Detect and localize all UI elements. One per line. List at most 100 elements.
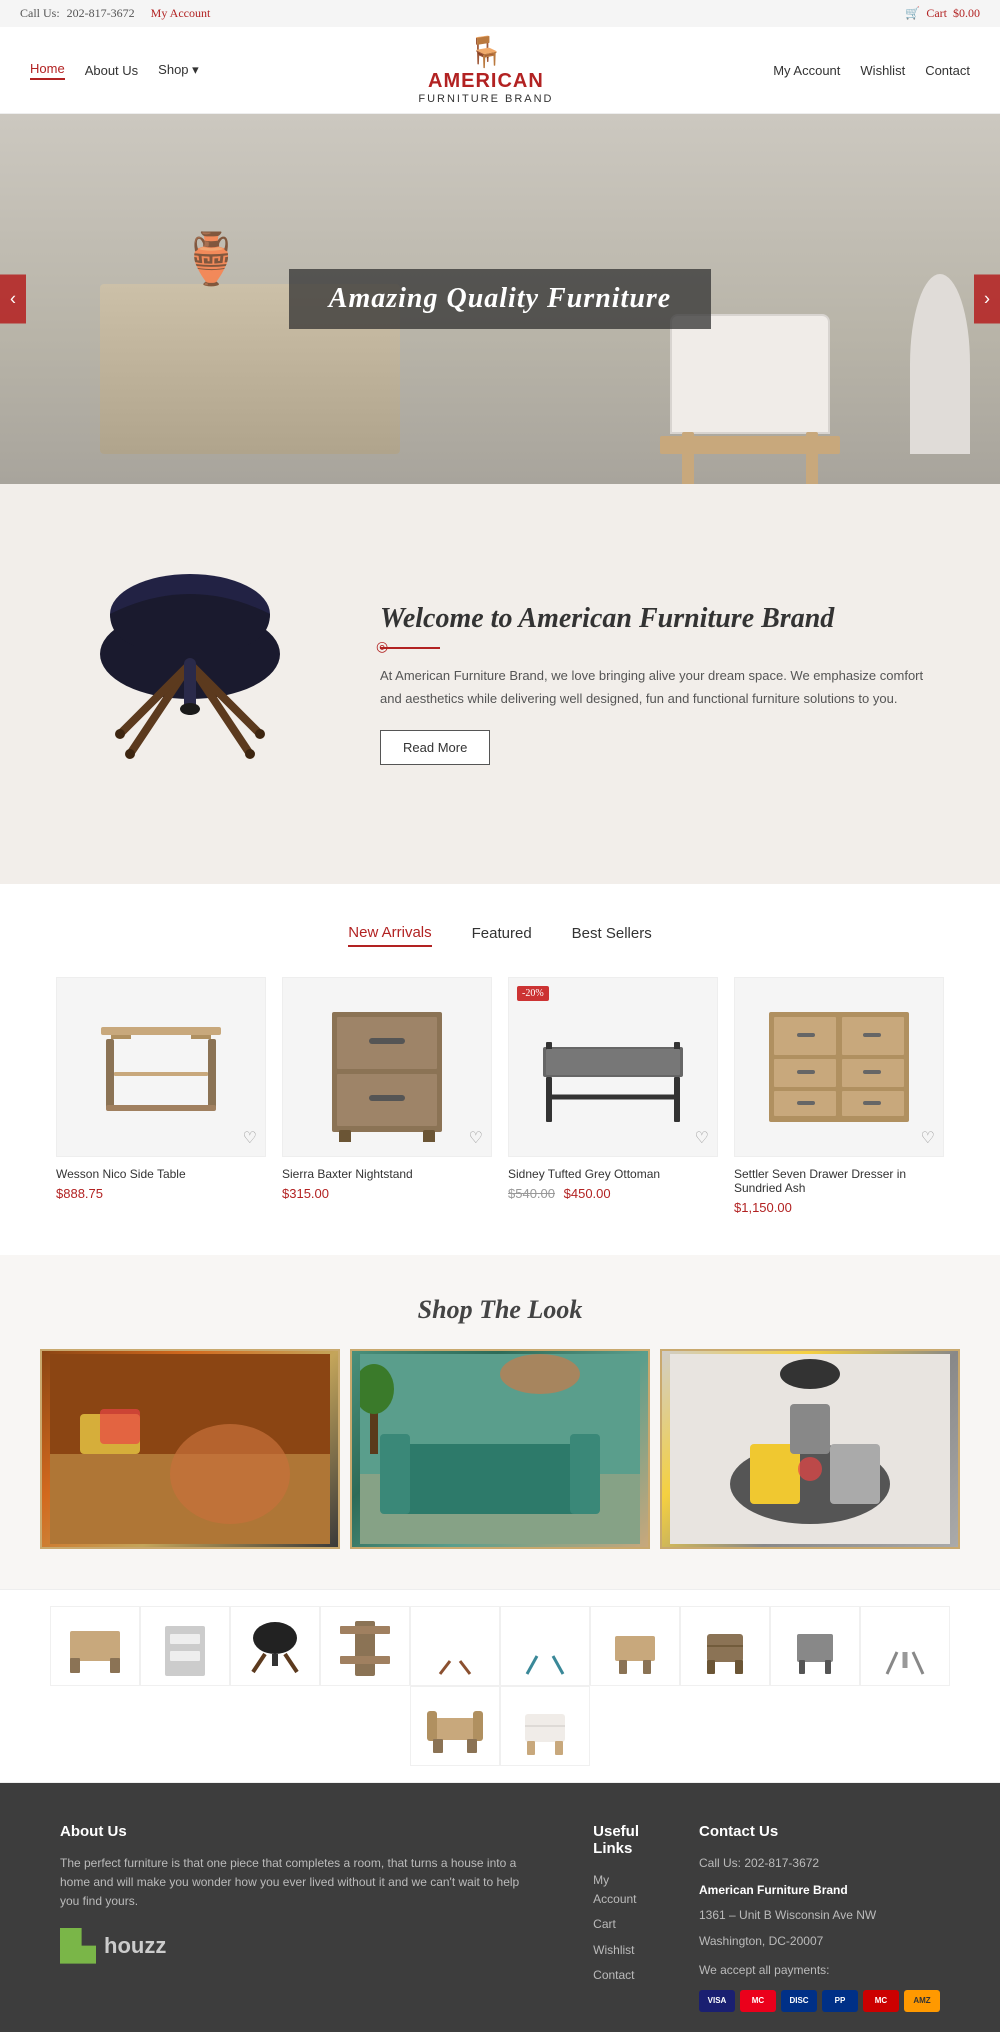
product-price-value-2: $315.00 xyxy=(282,1186,329,1201)
product-old-price-3: $540.00 xyxy=(508,1186,555,1201)
wishlist-icon-4[interactable]: ♡ xyxy=(921,1128,935,1148)
my-account-link[interactable]: My Account xyxy=(151,6,211,20)
ottoman-svg xyxy=(538,1007,688,1127)
nav-wishlist[interactable]: Wishlist xyxy=(860,63,905,78)
side-table-svg xyxy=(91,997,231,1137)
product-img-3: -20% ♡ xyxy=(508,977,718,1157)
thumb-4[interactable] xyxy=(320,1606,410,1686)
thumb-7[interactable] xyxy=(590,1606,680,1686)
footer-about: About Us The perfect furniture is that o… xyxy=(60,1823,533,2012)
nav-contact[interactable]: Contact xyxy=(925,63,970,78)
thumb-8[interactable] xyxy=(680,1606,770,1686)
product-name-2: Sierra Baxter Nightstand xyxy=(282,1167,492,1181)
main-nav: Home About Us Shop ▾ 🪑 AMERICAN FURNITUR… xyxy=(0,27,1000,114)
thumb-9[interactable] xyxy=(770,1606,860,1686)
thumb-10[interactable] xyxy=(860,1606,950,1686)
shop-the-look-section: Shop The Look xyxy=(0,1255,1000,1589)
houzz-text: houzz xyxy=(104,1933,166,1959)
cart-amount: $0.00 xyxy=(953,6,980,21)
product-price-2: $315.00 xyxy=(282,1186,492,1201)
houzz-icon xyxy=(60,1928,96,1964)
footer-link-my-account[interactable]: My Account xyxy=(593,1871,639,1909)
hero-tagline: Amazing Quality Furniture xyxy=(329,283,671,314)
discount-badge-3: -20% xyxy=(517,986,549,1001)
footer-about-body: The perfect furniture is that one piece … xyxy=(60,1854,533,1912)
nav-my-account[interactable]: My Account xyxy=(773,63,840,78)
nav-shop[interactable]: Shop ▾ xyxy=(158,62,199,78)
tab-new-arrivals[interactable]: New Arrivals xyxy=(348,924,431,947)
wishlist-icon-2[interactable]: ♡ xyxy=(469,1128,483,1148)
payment-visa: VISA xyxy=(699,1990,735,2012)
cart-icon: 🛒 xyxy=(905,6,920,21)
payment-disc: DISC xyxy=(781,1990,817,2012)
hero-next-button[interactable]: › xyxy=(974,275,1000,324)
welcome-body: At American Furniture Brand, we love bri… xyxy=(380,665,940,709)
footer-address-1: 1361 – Unit B Wisconsin Ave NW xyxy=(699,1906,940,1925)
houzz-logo: houzz xyxy=(60,1928,533,1964)
look-card-1[interactable] xyxy=(40,1349,340,1549)
welcome-heading: Welcome to American Furniture Brand xyxy=(380,603,940,635)
footer-link-contact[interactable]: Contact xyxy=(593,1966,639,1985)
hero-banner: Amazing Quality Furniture xyxy=(289,269,711,329)
thumb-11[interactable] xyxy=(410,1686,500,1766)
nightstand-svg xyxy=(317,992,457,1142)
payment-paypal: PP xyxy=(822,1990,858,2012)
welcome-divider xyxy=(380,647,440,649)
nav-home[interactable]: Home xyxy=(30,61,65,80)
product-card-4: ♡ Settler Seven Drawer Dresser in Sundri… xyxy=(734,977,944,1215)
call-label: Call Us: xyxy=(20,6,60,20)
tabs-section: New Arrivals Featured Best Sellers ♡ Wes… xyxy=(0,884,1000,1255)
wishlist-icon-1[interactable]: ♡ xyxy=(243,1128,257,1148)
product-name-4: Settler Seven Drawer Dresser in Sundried… xyxy=(734,1167,944,1195)
product-img-2: ♡ xyxy=(282,977,492,1157)
thumb-3[interactable] xyxy=(230,1606,320,1686)
tab-featured[interactable]: Featured xyxy=(472,924,532,947)
product-card-3: -20% ♡ Sidney Tufted Grey Ott xyxy=(508,977,718,1215)
logo-icon: 🪑 xyxy=(467,35,504,70)
product-price-value-4: $1,150.00 xyxy=(734,1200,792,1215)
read-more-button[interactable]: Read More xyxy=(380,730,490,765)
hero-sculpture-icon: 🏺 xyxy=(180,230,242,289)
look-image-2 xyxy=(360,1354,640,1544)
footer-phone-label: Call Us: xyxy=(699,1856,741,1870)
nav-about[interactable]: About Us xyxy=(85,63,138,78)
look-card-3[interactable] xyxy=(660,1349,960,1549)
hero-vase-decoration xyxy=(910,274,970,454)
footer-about-heading: About Us xyxy=(60,1823,533,1840)
product-price-value-1: $888.75 xyxy=(56,1186,103,1201)
footer-link-wishlist[interactable]: Wishlist xyxy=(593,1941,639,1960)
nav-left: Home About Us Shop ▾ xyxy=(30,61,199,80)
footer-contact: Contact Us Call Us: 202-817-3672 America… xyxy=(699,1823,940,2012)
logo-text-line2: FURNITURE BRAND xyxy=(418,93,553,105)
top-bar-left: Call Us: 202-817-3672 My Account xyxy=(20,6,210,21)
products-grid: ♡ Wesson Nico Side Table $888.75 xyxy=(40,977,960,1235)
product-price-4: $1,150.00 xyxy=(734,1200,944,1215)
footer-address-2: Washington, DC-20007 xyxy=(699,1932,940,1951)
look-image-1 xyxy=(50,1354,330,1544)
product-img-4: ♡ xyxy=(734,977,944,1157)
product-price-1: $888.75 xyxy=(56,1186,266,1201)
welcome-text-block: Welcome to American Furniture Brand At A… xyxy=(380,603,940,764)
thumb-12[interactable] xyxy=(500,1686,590,1766)
product-card-2: ♡ Sierra Baxter Nightstand $315.00 xyxy=(282,977,492,1215)
logo-text-line1: AMERICAN xyxy=(428,70,544,93)
payment-amazon: AMZ xyxy=(904,1990,940,2012)
payment-icons: VISA MC DISC PP MC AMZ xyxy=(699,1990,940,2012)
footer-link-cart[interactable]: Cart xyxy=(593,1915,639,1934)
product-price-value-3: $450.00 xyxy=(564,1186,611,1201)
thumb-6[interactable] xyxy=(500,1606,590,1686)
wishlist-icon-3[interactable]: ♡ xyxy=(695,1128,709,1148)
footer-brand-name: American Furniture Brand xyxy=(699,1881,940,1900)
footer-payment-label: We accept all payments: xyxy=(699,1961,940,1980)
look-card-2[interactable] xyxy=(350,1349,650,1549)
product-name-1: Wesson Nico Side Table xyxy=(56,1167,266,1181)
top-bar-right: 🛒 Cart $0.00 xyxy=(905,6,980,21)
look-image-3 xyxy=(670,1354,950,1544)
thumb-5[interactable] xyxy=(410,1606,500,1686)
thumb-1[interactable] xyxy=(50,1606,140,1686)
thumb-2[interactable] xyxy=(140,1606,230,1686)
hero-prev-button[interactable]: ‹ xyxy=(0,275,26,324)
phone-number: 202-817-3672 xyxy=(67,6,135,20)
look-grid xyxy=(30,1349,970,1549)
tab-best-sellers[interactable]: Best Sellers xyxy=(572,924,652,947)
